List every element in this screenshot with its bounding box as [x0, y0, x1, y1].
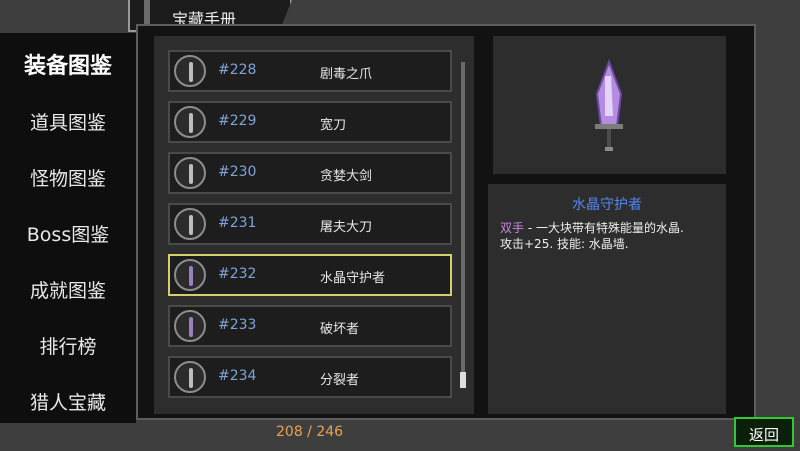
item-name: 破坏者 — [320, 322, 360, 337]
claw-icon — [174, 55, 206, 87]
list-item[interactable]: #234 分裂者 — [168, 356, 452, 398]
item-name: 贪婪大剑 — [320, 169, 373, 184]
item-number: #234 — [218, 368, 257, 384]
item-number: #233 — [218, 317, 257, 333]
item-number: #230 — [218, 164, 257, 180]
item-preview — [493, 36, 726, 174]
item-number: #231 — [218, 215, 257, 231]
butcher-blade-icon — [174, 208, 206, 240]
collection-counter: 208 / 246 — [276, 424, 344, 440]
list-item[interactable]: #231 屠夫大刀 — [168, 203, 452, 245]
item-number: #229 — [218, 113, 257, 129]
back-button[interactable]: 返回 — [734, 417, 794, 447]
list-item-selected[interactable]: #232 水晶守护者 — [168, 254, 452, 296]
sidebar-item-hunter-treasure[interactable]: 猎人宝藏 — [0, 375, 136, 431]
broad-blade-icon — [174, 106, 206, 138]
item-name: 屠夫大刀 — [320, 220, 373, 235]
item-type-tag: 双手 — [500, 221, 525, 235]
item-title: 水晶守护者 — [572, 197, 642, 213]
sidebar-item-achievements[interactable]: 成就图鉴 — [0, 263, 136, 319]
list-scroll-thumb[interactable] — [460, 372, 466, 388]
item-description: 双手 - 一大块带有特殊能量的水晶. 攻击+25. 技能: 水晶墙. — [500, 220, 720, 252]
crystal-sword-icon — [174, 259, 206, 291]
item-number: #232 — [218, 266, 257, 282]
crystal-sword-icon — [595, 59, 623, 151]
item-desc-line2: 攻击+25. 技能: 水晶墙. — [500, 237, 629, 251]
item-desc-line1: - 一大块带有特殊能量的水晶. — [524, 221, 684, 235]
item-name: 水晶守护者 — [320, 271, 386, 286]
destroyer-icon — [174, 310, 206, 342]
item-name: 剧毒之爪 — [320, 67, 373, 82]
sidebar-item-equipment[interactable]: 装备图鉴 — [0, 39, 136, 95]
splitter-icon — [174, 361, 206, 393]
sidebar-item-items[interactable]: 道具图鉴 — [0, 95, 136, 151]
item-name: 宽刀 — [320, 118, 347, 133]
sidebar-item-monsters[interactable]: 怪物图鉴 — [0, 151, 136, 207]
list-item[interactable]: #233 破坏者 — [168, 305, 452, 347]
sidebar: 装备图鉴 道具图鉴 怪物图鉴 Boss图鉴 成就图鉴 排行榜 猎人宝藏 — [0, 33, 136, 423]
list-item[interactable]: #228 剧毒之爪 — [168, 50, 452, 92]
item-description-panel: 水晶守护者 双手 - 一大块带有特殊能量的水晶. 攻击+25. 技能: 水晶墙. — [488, 184, 726, 414]
list-item[interactable]: #230 贪婪大剑 — [168, 152, 452, 194]
back-button-label: 返回 — [748, 426, 779, 444]
item-name: 分裂者 — [320, 373, 360, 388]
list-item[interactable]: #229 宽刀 — [168, 101, 452, 143]
sidebar-item-boss[interactable]: Boss图鉴 — [0, 207, 136, 263]
greatsword-icon — [174, 157, 206, 189]
sidebar-item-leaderboard[interactable]: 排行榜 — [0, 319, 136, 375]
list-scrollbar[interactable] — [461, 62, 465, 387]
item-number: #228 — [218, 62, 257, 78]
